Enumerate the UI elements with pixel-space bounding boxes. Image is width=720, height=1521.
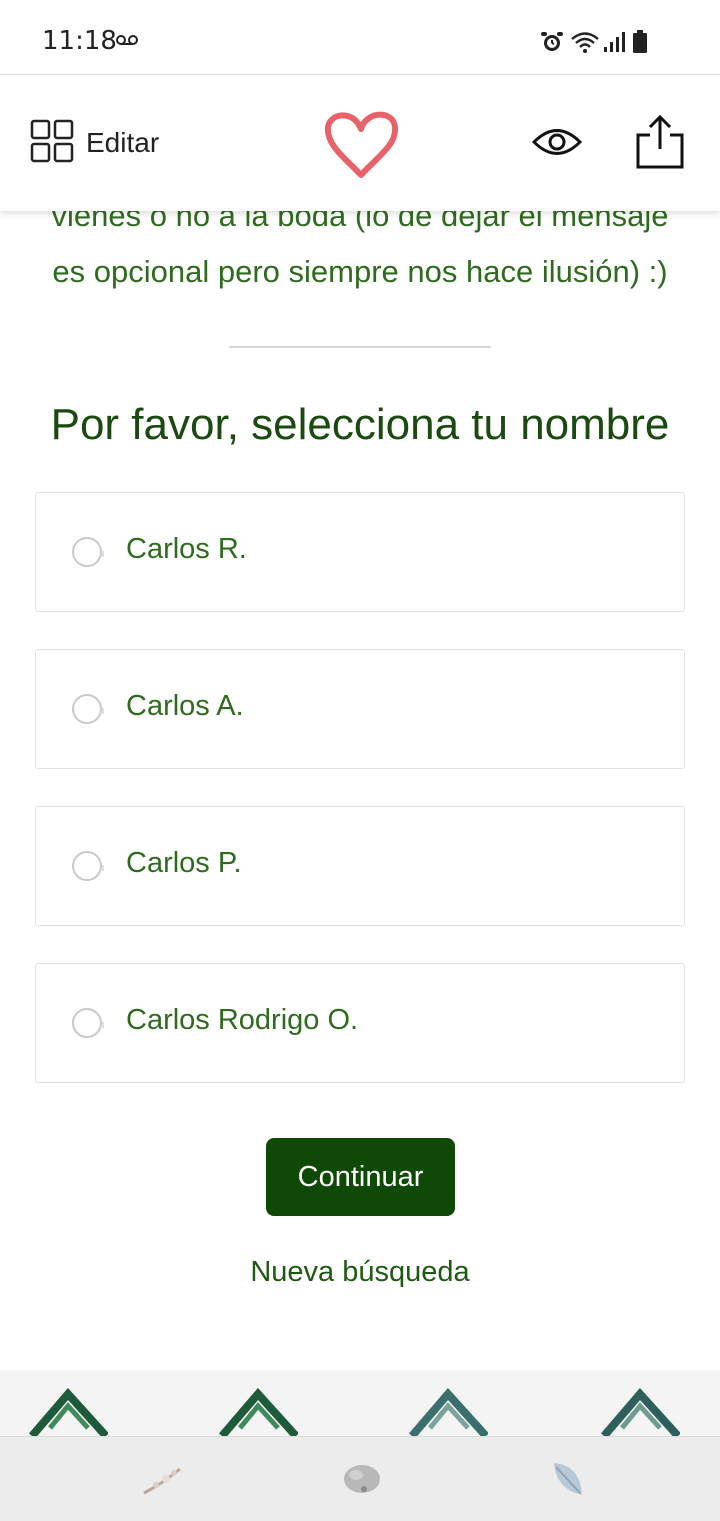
edit-label: Editar bbox=[86, 127, 160, 158]
radio-button[interactable] bbox=[72, 851, 104, 881]
leaf-decoration-icon bbox=[28, 1388, 108, 1436]
name-option-carlos-rodrigo-o[interactable]: Carlos Rodrigo O. bbox=[35, 963, 685, 1083]
leaf-decoration-icon bbox=[600, 1388, 680, 1436]
page-title: Por favor, selecciona tu nombre bbox=[50, 400, 670, 449]
radio-button[interactable] bbox=[72, 537, 104, 567]
name-option-carlos-p[interactable]: Carlos P. bbox=[35, 806, 685, 926]
branch-icon[interactable] bbox=[140, 1459, 184, 1499]
bottom-nav bbox=[0, 1436, 720, 1521]
status-bar: 11:18 bbox=[0, 0, 720, 74]
heart-logo-icon bbox=[322, 109, 400, 181]
share-icon[interactable] bbox=[634, 113, 686, 169]
app-header: Editar bbox=[0, 74, 720, 211]
divider bbox=[229, 346, 491, 348]
alarm-icon bbox=[540, 30, 564, 59]
edit-button[interactable]: Editar bbox=[30, 119, 160, 168]
intro-line-2: es opcional pero siempre nos hace ilusió… bbox=[52, 254, 668, 289]
battery-icon bbox=[632, 30, 648, 59]
option-label: Carlos P. bbox=[126, 847, 242, 879]
new-search-link[interactable]: Nueva búsqueda bbox=[0, 1256, 720, 1289]
status-time: 11:18 bbox=[42, 26, 117, 56]
feather-icon[interactable] bbox=[546, 1459, 590, 1499]
wifi-icon bbox=[570, 30, 600, 59]
leaf-decoration-icon bbox=[408, 1388, 488, 1436]
name-option-carlos-r[interactable]: Carlos R. bbox=[35, 492, 685, 612]
leaf-decoration-icon bbox=[218, 1388, 298, 1436]
grid-icon bbox=[30, 119, 74, 168]
name-option-carlos-a[interactable]: Carlos A. bbox=[35, 649, 685, 769]
stone-icon[interactable] bbox=[340, 1459, 384, 1499]
option-label: Carlos Rodrigo O. bbox=[126, 1004, 359, 1036]
option-label: Carlos R. bbox=[126, 533, 247, 565]
preview-eye-icon[interactable] bbox=[531, 125, 583, 159]
radio-button[interactable] bbox=[72, 694, 104, 724]
continue-button[interactable]: Continuar bbox=[266, 1138, 455, 1216]
decorative-band bbox=[0, 1370, 720, 1436]
voicemail-icon bbox=[116, 30, 138, 51]
signal-icon bbox=[602, 30, 626, 59]
option-label: Carlos A. bbox=[126, 690, 244, 722]
radio-button[interactable] bbox=[72, 1008, 104, 1038]
